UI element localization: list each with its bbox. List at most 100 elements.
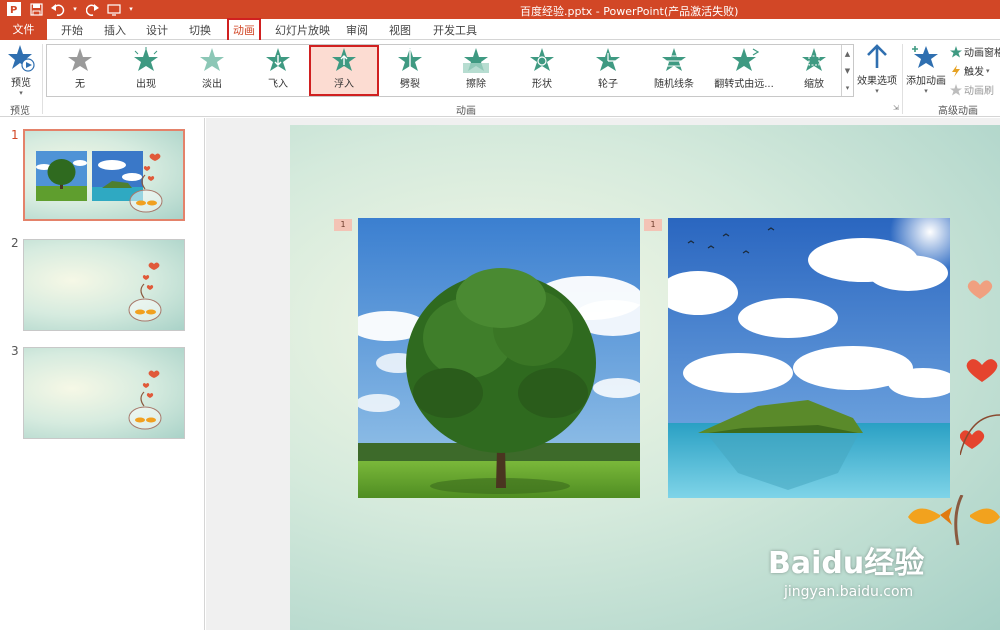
add-animation-star-icon xyxy=(912,46,938,68)
star-split-icon xyxy=(398,48,422,71)
customize-qat-icon[interactable]: ▾ xyxy=(128,1,134,17)
animation-label: 出现 xyxy=(136,79,156,90)
slide-thumbnail-1[interactable] xyxy=(23,129,185,221)
animation-random-bars[interactable]: 随机线条 xyxy=(641,47,707,94)
trigger-dropdown-icon: ▾ xyxy=(986,66,990,75)
gallery-more-icon[interactable]: ▾ xyxy=(846,84,850,92)
animation-grow-turn[interactable]: 翻转式由远... xyxy=(707,47,781,94)
animation-painter-button[interactable]: 动画刷 xyxy=(950,82,994,97)
star-grow-turn-icon xyxy=(732,48,759,71)
star-shape-icon xyxy=(530,48,554,71)
effect-options-dropdown-icon: ▾ xyxy=(875,87,879,95)
tree-image-icon xyxy=(358,218,640,498)
dialog-launcher-icon[interactable]: ⇲ xyxy=(893,104,899,112)
animation-label: 劈裂 xyxy=(400,79,420,90)
ribbon-tabs: 文件 开始 插入 设计 切换 动画 幻灯片放映 审阅 视图 开发工具 xyxy=(0,18,1000,42)
star-random-bars-icon xyxy=(662,48,686,71)
animation-gallery: 无 出现 淡出 飞入 浮入 劈裂 擦除 形状 轮子 随机线条 翻转式由远... … xyxy=(46,44,854,97)
star-burst-icon xyxy=(134,47,158,71)
preview-label: 预览 xyxy=(11,78,31,89)
gallery-scrollbar[interactable]: ▲ ▼ ▾ xyxy=(841,45,853,96)
animation-zoom[interactable]: 缩放 xyxy=(781,47,847,94)
animation-wheel[interactable]: 轮子 xyxy=(575,47,641,94)
animation-label: 无 xyxy=(75,79,85,90)
animation-label: 随机线条 xyxy=(654,79,694,90)
star-wheel-icon xyxy=(596,48,620,71)
slide-thumbnail-2[interactable] xyxy=(23,239,185,331)
window-title: 百度经验.pptx - PowerPoint(产品激活失败) xyxy=(520,5,739,18)
animation-label: 缩放 xyxy=(804,79,824,90)
slide-number: 1 xyxy=(11,128,19,142)
add-animation-label: 添加动画 xyxy=(906,76,946,87)
animation-order-tag[interactable]: 1 xyxy=(334,219,352,231)
animation-painter-label: 动画刷 xyxy=(964,86,994,97)
tree-photo[interactable] xyxy=(358,218,640,498)
animation-label: 飞入 xyxy=(268,79,288,90)
save-icon[interactable] xyxy=(28,1,44,17)
app-logo-icon: P xyxy=(6,1,22,17)
animation-label: 翻转式由远... xyxy=(714,79,774,90)
tab-review[interactable]: 审阅 xyxy=(346,22,368,38)
tab-view[interactable]: 视图 xyxy=(389,22,411,38)
star-fade-icon xyxy=(200,48,224,71)
star-float-in-icon xyxy=(332,48,356,71)
tab-home[interactable]: 开始 xyxy=(61,22,83,38)
tab-developer[interactable]: 开发工具 xyxy=(433,22,477,38)
group-separator xyxy=(902,44,903,114)
baidu-watermark: Baidu经验 xyxy=(768,546,925,581)
star-zoom-icon xyxy=(802,48,826,71)
animation-float-in[interactable]: 浮入 xyxy=(309,45,379,96)
preview-group-label: 预览 xyxy=(10,106,30,117)
add-animation-button[interactable]: 添加动画 ▾ xyxy=(905,44,947,95)
animation-pane-button[interactable]: 动画窗格 xyxy=(950,44,1000,59)
animation-pane-icon xyxy=(950,45,962,57)
slide-number: 2 xyxy=(11,236,19,250)
start-from-beginning-icon[interactable] xyxy=(106,1,122,17)
animation-appear[interactable]: 出现 xyxy=(113,47,179,94)
animation-painter-icon xyxy=(950,83,962,95)
animation-label: 擦除 xyxy=(466,79,486,90)
island-photo[interactable] xyxy=(668,218,950,498)
svg-text:P: P xyxy=(10,5,17,16)
up-arrow-icon xyxy=(867,44,887,68)
tab-insert[interactable]: 插入 xyxy=(104,22,126,38)
animation-order-tag[interactable]: 1 xyxy=(644,219,662,231)
animation-shape[interactable]: 形状 xyxy=(509,47,575,94)
thumb-tree-image-icon xyxy=(36,151,87,201)
animation-none[interactable]: 无 xyxy=(47,47,113,94)
tab-file[interactable]: 文件 xyxy=(0,19,47,40)
star-wipe-icon xyxy=(463,48,489,73)
animation-fly-in[interactable]: 飞入 xyxy=(245,47,311,94)
animation-label: 轮子 xyxy=(598,79,618,90)
group-separator xyxy=(42,44,43,114)
slide-thumbnail-3[interactable] xyxy=(23,347,185,439)
animation-label: 形状 xyxy=(532,79,552,90)
redo-icon[interactable] xyxy=(84,1,100,17)
thumb-fishbowl-icon xyxy=(128,370,162,430)
animation-pane-label: 动画窗格 xyxy=(964,48,1000,59)
hearts-decoration-icon xyxy=(960,280,1000,456)
gallery-scroll-up-icon[interactable]: ▲ xyxy=(845,50,850,58)
tab-transitions[interactable]: 切换 xyxy=(189,22,211,38)
undo-icon[interactable] xyxy=(50,1,66,17)
undo-dropdown-icon[interactable]: ▾ xyxy=(72,1,78,17)
tab-animations[interactable]: 动画 xyxy=(227,18,261,42)
trigger-button[interactable]: 触发 ▾ xyxy=(950,63,990,78)
animation-wipe[interactable]: 擦除 xyxy=(443,47,509,94)
effect-options-button[interactable]: 效果选项 ▾ xyxy=(857,44,897,95)
trigger-label: 触发 xyxy=(964,67,984,78)
quick-access-toolbar: P ▾ ▾ xyxy=(6,1,134,17)
preview-button[interactable]: 预览 ▾ xyxy=(6,44,36,97)
ribbon: 预览 ▾ 预览 无 出现 淡出 飞入 浮入 劈裂 擦除 形状 轮子 随机线条 翻… xyxy=(0,40,1000,117)
tab-design[interactable]: 设计 xyxy=(146,22,168,38)
animation-split[interactable]: 劈裂 xyxy=(377,47,443,94)
title-bar: P ▾ ▾ 百度经验.pptx - PowerPoint(产品激活失败) xyxy=(0,0,1000,19)
slide-number: 3 xyxy=(11,344,19,358)
animation-group-label: 动画 xyxy=(456,106,476,117)
slide-thumbnail-pane: 1 2 3 xyxy=(0,118,205,630)
gallery-scroll-down-icon[interactable]: ▼ xyxy=(845,67,850,75)
star-fly-in-icon xyxy=(266,48,290,71)
trigger-icon xyxy=(952,64,960,77)
tab-slideshow[interactable]: 幻灯片放映 xyxy=(275,22,330,38)
animation-fade[interactable]: 淡出 xyxy=(179,47,245,94)
